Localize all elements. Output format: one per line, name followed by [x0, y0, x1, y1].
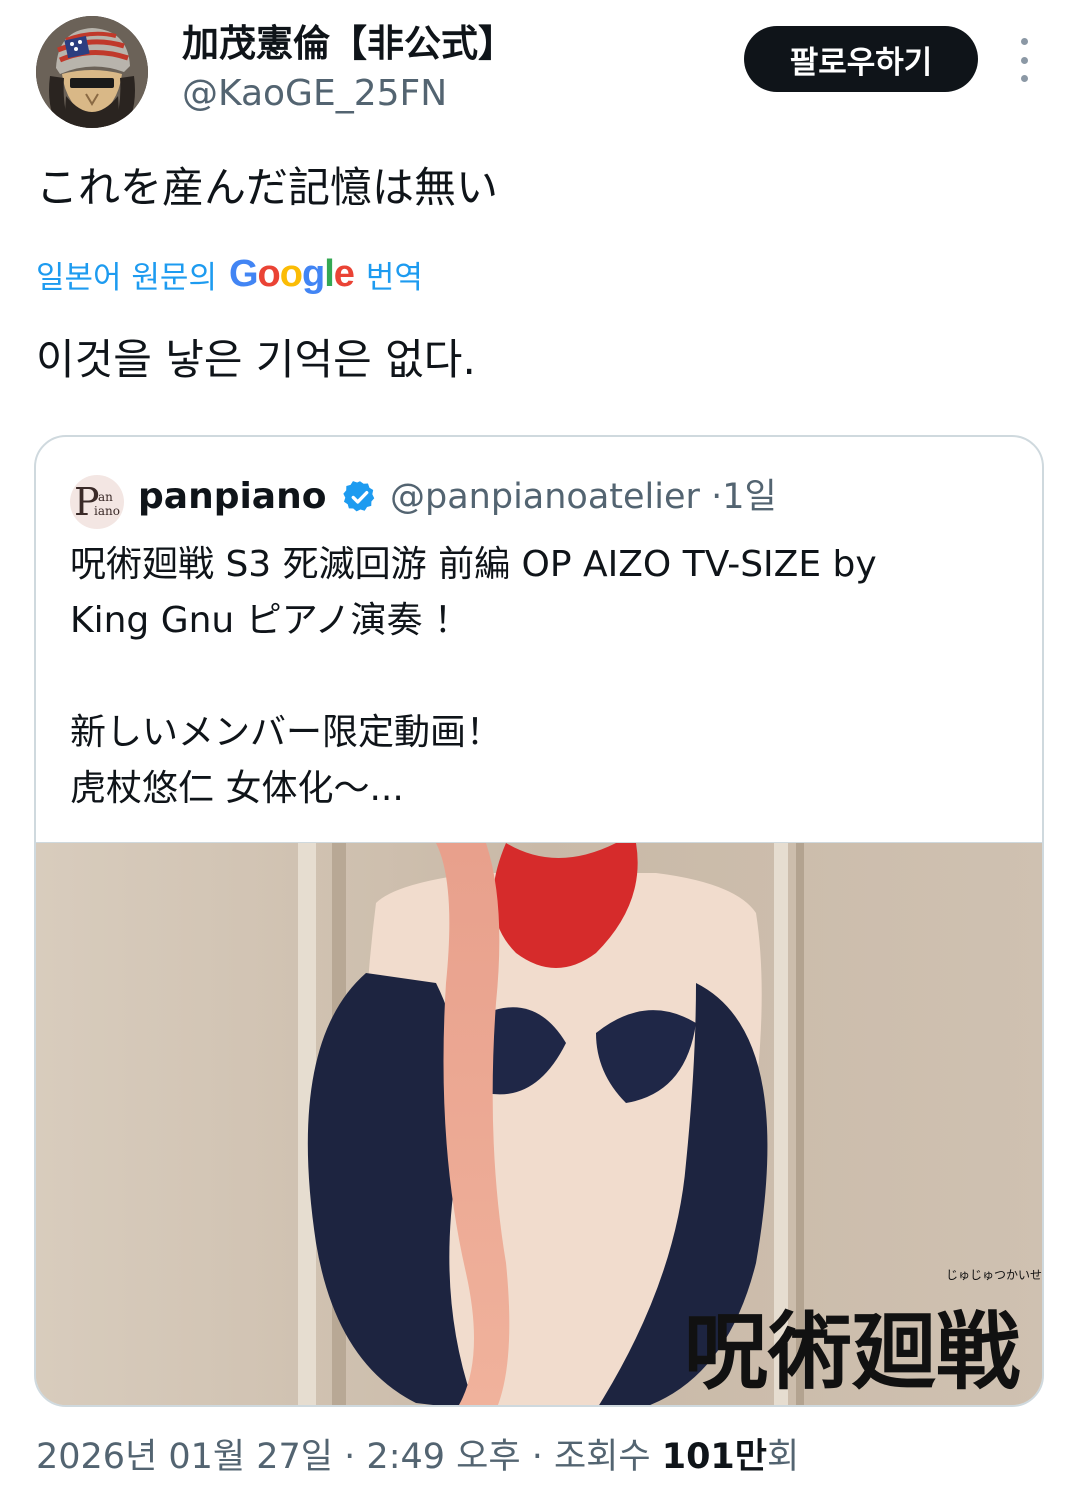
views-count: 101만: [661, 1437, 767, 1477]
quoted-text-line: 新しいメンバー限定動画！: [70, 712, 503, 753]
more-dot: [1020, 75, 1028, 82]
tweet-date[interactable]: 2026년 01월 27일: [36, 1437, 333, 1477]
more-dot: [1020, 38, 1028, 45]
translation-attribution[interactable]: 일본어 원문의 Google 번역: [36, 250, 423, 298]
watermark-text: 呪術廻戦: [684, 1302, 1020, 1401]
translation-suffix: 번역: [365, 259, 423, 296]
footer-separator: ·: [531, 1437, 543, 1477]
quoted-avatar-letter: P: [74, 480, 100, 524]
author-name[interactable]: 加茂憲倫【非公式】: [182, 20, 515, 68]
quoted-text-line: [70, 649, 1010, 705]
tweet-header: 加茂憲倫【非公式】 @KaoGE_25FN 팔로우하기: [0, 0, 1080, 140]
author-handle[interactable]: @KaoGE_25FN: [182, 70, 447, 118]
author-avatar[interactable]: [36, 16, 148, 128]
quoted-avatar-sub1: an: [98, 490, 113, 504]
views-suffix: 회: [766, 1437, 800, 1477]
quoted-text-line: 虎杖悠仁 女体化〜...: [70, 768, 404, 809]
tweet-time[interactable]: 2:49 오후: [366, 1437, 520, 1477]
footer-separator: ·: [344, 1437, 356, 1477]
google-logo: Google: [228, 252, 355, 295]
quoted-handle[interactable]: @panpianoatelier: [390, 477, 700, 517]
quoted-author-avatar[interactable]: P an iano: [70, 475, 124, 529]
quoted-photo: 呪術廻戦 じゅじゅつかいせん: [36, 843, 1044, 1405]
translated-text: 이것을 낳은 기억은 없다.: [36, 335, 476, 384]
quoted-tweet-card[interactable]: P an iano panpiano @panpianoatelier ·1일 …: [34, 435, 1044, 1407]
translation-prefix: 일본어 원문의: [36, 259, 217, 296]
quoted-media-image[interactable]: 呪術廻戦 じゅじゅつかいせん: [36, 842, 1044, 1405]
quoted-text: 呪術廻戦 S3 死滅回游 前編 OP AIZO TV-SIZE by King …: [70, 537, 1010, 817]
tweet-metadata: 2026년 01월 27일 · 2:49 오후 · 조회수 101만회: [36, 1432, 799, 1482]
more-vertical-icon[interactable]: [1006, 38, 1042, 82]
quoted-separator: ·: [711, 477, 723, 517]
quoted-text-line: 呪術廻戦 S3 死滅回游 前編 OP AIZO TV-SIZE by: [70, 544, 877, 585]
author-avatar-image: [36, 16, 148, 128]
quoted-avatar-sub2: iano: [94, 504, 120, 518]
quoted-author-name[interactable]: panpiano: [138, 473, 326, 521]
follow-button[interactable]: 팔로우하기: [744, 26, 978, 92]
tweet-text: これを産んだ記憶は無い: [36, 163, 499, 212]
verified-badge-icon: [343, 481, 375, 512]
more-dot: [1020, 56, 1028, 64]
views-label: 조회수: [553, 1437, 651, 1477]
quoted-text-line: King Gnu ピアノ演奏 ！: [70, 600, 470, 641]
quoted-time[interactable]: 1일: [722, 477, 776, 517]
quoted-meta: @panpianoatelier ·1일: [390, 473, 777, 521]
watermark-ruby: じゅじゅつかいせん: [946, 1268, 1044, 1282]
